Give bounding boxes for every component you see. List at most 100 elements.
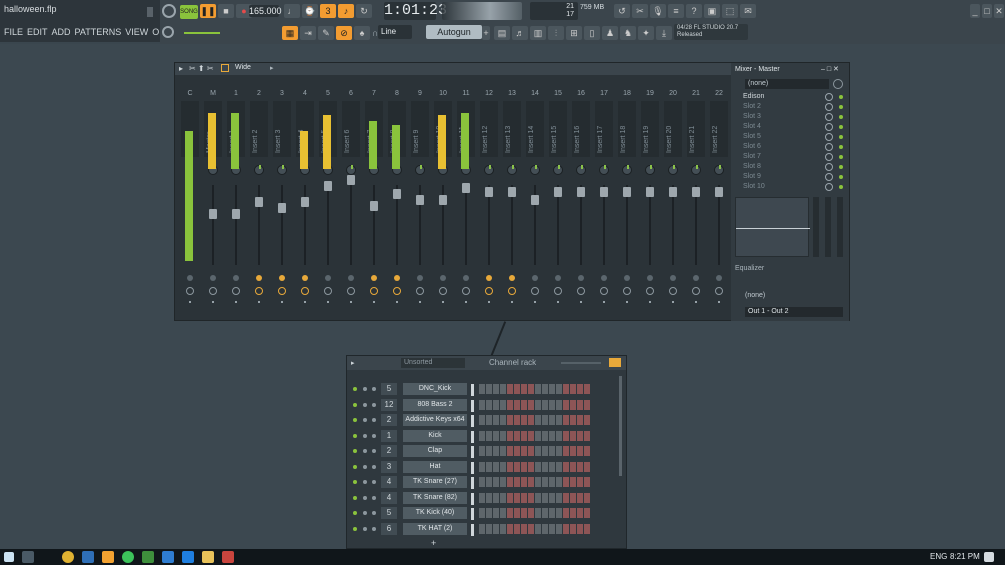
step-button[interactable] (535, 384, 541, 394)
slot-enable-led[interactable] (839, 165, 843, 169)
volume-fader[interactable] (255, 197, 263, 207)
step-button[interactable] (486, 446, 492, 456)
volume-fader[interactable] (554, 187, 562, 197)
channel-select-bar[interactable] (471, 477, 474, 489)
mixer-track-5[interactable]: 4Insert 4 (294, 89, 316, 313)
effect-slot[interactable]: Slot 8 (735, 163, 845, 172)
step-button[interactable] (493, 415, 499, 425)
step-button[interactable] (563, 508, 569, 518)
output-select[interactable]: Out 1 - Out 2 (745, 307, 843, 317)
channel-rack-icon[interactable]: ▥ (530, 26, 546, 40)
close-icon[interactable]: ✕ (994, 4, 1004, 18)
mixer-route-number[interactable]: 1 (381, 429, 397, 442)
pan-knob[interactable] (415, 165, 425, 175)
volume-fader[interactable] (301, 197, 309, 207)
slot-enable-led[interactable] (839, 175, 843, 179)
channel-row[interactable]: 2 Addictive Keys x64 (347, 414, 626, 428)
step-button[interactable] (556, 492, 562, 503)
plugin-picker-icon[interactable]: ♟ (602, 26, 618, 40)
mixer-menu-icon[interactable]: ▸ (179, 64, 183, 73)
step-button[interactable] (570, 492, 576, 503)
step-button[interactable] (521, 523, 527, 534)
step-button[interactable] (521, 508, 527, 518)
effect-slot[interactable]: Slot 3 (735, 113, 845, 122)
step-button[interactable] (577, 492, 583, 503)
volume-fader[interactable] (324, 181, 332, 191)
restore-icon[interactable]: □ (982, 4, 992, 18)
step-button[interactable] (479, 508, 485, 518)
step-button[interactable] (535, 461, 541, 472)
volume-fader[interactable] (623, 187, 631, 197)
channel-pan-knob[interactable] (363, 418, 367, 422)
pan-knob[interactable] (277, 165, 287, 175)
channel-led[interactable] (353, 418, 357, 422)
mixer-track-19[interactable]: 18 Insert 18 (616, 89, 638, 313)
step-button[interactable] (556, 461, 562, 472)
step-button[interactable] (570, 399, 576, 410)
step-button[interactable] (535, 492, 541, 503)
channel-pan-knob[interactable] (363, 449, 367, 453)
add-channel-button[interactable]: + (431, 538, 436, 548)
step-button[interactable] (479, 492, 485, 503)
out-preset-select[interactable]: (none) (745, 291, 843, 301)
browser-icon[interactable]: ⊞ (566, 26, 582, 40)
enable-ring[interactable] (715, 287, 723, 295)
download-icon[interactable]: ⤓ (656, 26, 672, 40)
slot-mix-knob[interactable] (825, 173, 833, 181)
step-button[interactable] (500, 508, 506, 518)
channel-pan-knob[interactable] (363, 464, 367, 469)
step-button[interactable] (493, 461, 499, 472)
volume-fader[interactable] (600, 187, 608, 197)
master-volume-knob[interactable] (162, 4, 176, 18)
audio-icon[interactable]: ≡ (668, 4, 684, 18)
step-button[interactable] (479, 461, 485, 472)
step-button[interactable] (528, 446, 534, 456)
enable-ring[interactable] (669, 287, 677, 295)
song-mode-button[interactable]: SONG (180, 5, 198, 19)
step-button[interactable] (563, 461, 569, 472)
step-button[interactable] (528, 461, 534, 472)
step-button[interactable] (549, 523, 555, 534)
step-button[interactable] (514, 399, 520, 410)
step-button[interactable] (507, 384, 513, 394)
volume-fader[interactable] (370, 201, 378, 211)
channel-vol-knob[interactable] (372, 402, 376, 407)
enable-ring[interactable] (416, 287, 424, 295)
enable-ring[interactable] (439, 287, 447, 295)
step-button[interactable] (479, 446, 485, 456)
menu-item-add[interactable]: ADD (52, 27, 71, 37)
wheel-icon[interactable]: ✦ (638, 26, 654, 40)
step-button[interactable] (563, 399, 569, 410)
step-button[interactable] (507, 415, 513, 425)
step-button[interactable] (577, 508, 583, 518)
chat-icon[interactable]: ✉ (740, 4, 756, 18)
step-button[interactable] (514, 508, 520, 518)
enable-ring[interactable] (209, 287, 217, 295)
step-button[interactable] (542, 508, 548, 518)
channel-select-bar[interactable] (471, 430, 474, 443)
mixer-track-3[interactable]: 2 Insert 2 (248, 89, 270, 313)
pan-knob[interactable] (714, 165, 724, 175)
channel-led[interactable] (353, 495, 357, 500)
mixer-track-21[interactable]: 20 Insert 20 (662, 89, 684, 313)
step-button[interactable] (500, 523, 506, 534)
effect-slot[interactable]: Slot 10 (735, 183, 845, 192)
step-button[interactable] (479, 415, 485, 425)
step-button[interactable] (584, 430, 590, 441)
step-button[interactable] (542, 492, 548, 503)
channel-select-bar[interactable] (471, 461, 474, 474)
step-button[interactable] (493, 477, 499, 487)
mixer-track-18[interactable]: 17 Insert 17 (593, 89, 615, 313)
enable-ring[interactable] (508, 287, 516, 295)
step-button[interactable] (493, 430, 499, 441)
slot-mix-knob[interactable] (825, 183, 833, 191)
channel-vol-knob[interactable] (372, 449, 376, 453)
enable-ring[interactable] (623, 287, 631, 295)
step-button[interactable] (514, 492, 520, 503)
volume-fader[interactable] (416, 195, 424, 205)
slot-enable-led[interactable] (839, 115, 843, 119)
step-button[interactable] (535, 430, 541, 441)
step-button[interactable] (500, 384, 506, 394)
channel-pan-knob[interactable] (363, 433, 367, 438)
effect-slot[interactable]: Slot 9 (735, 173, 845, 182)
